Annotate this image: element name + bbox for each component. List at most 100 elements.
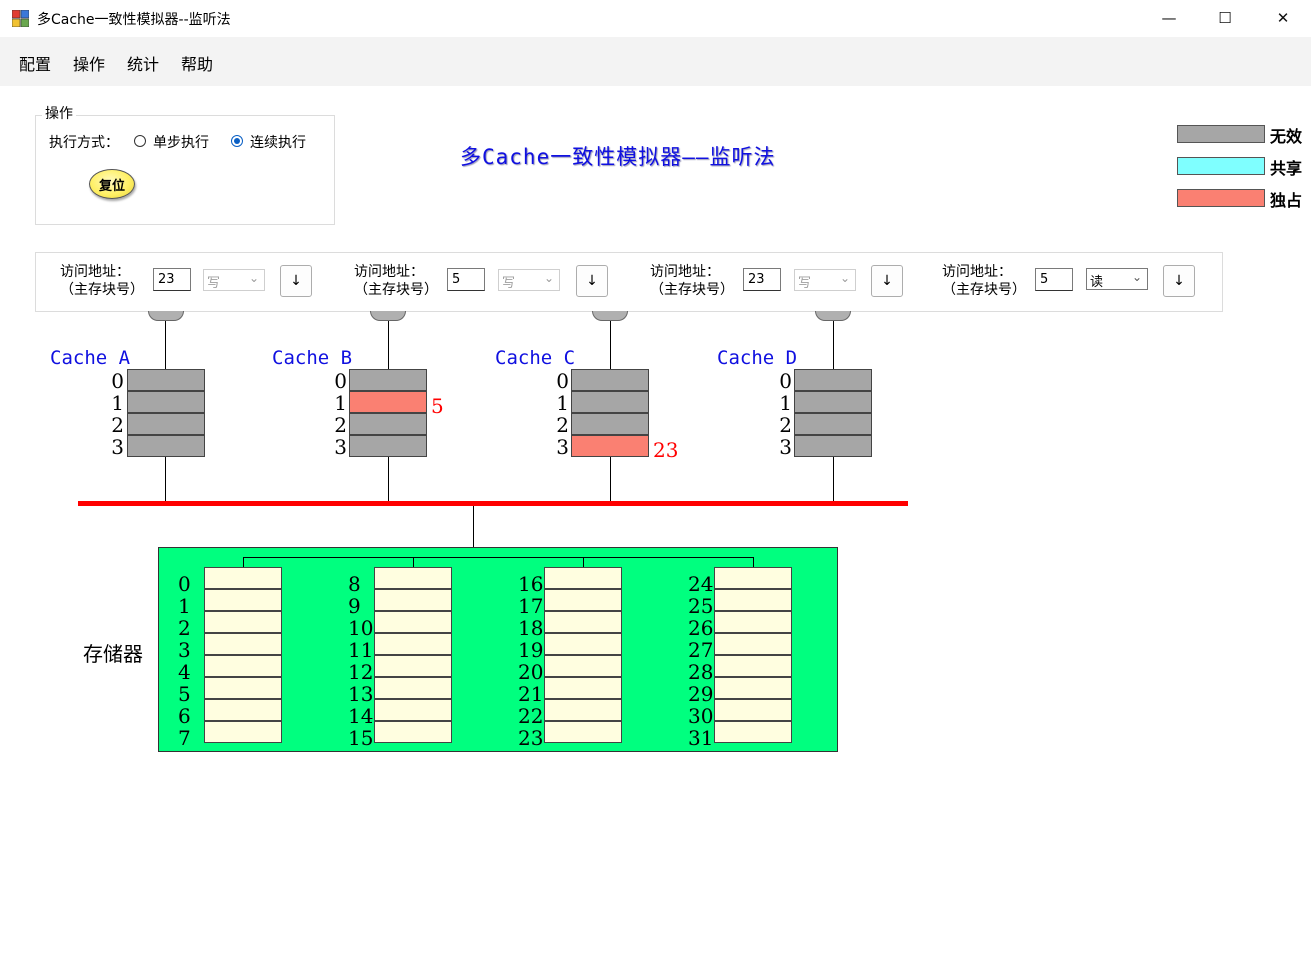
step-button-a[interactable]: ↓ [280,265,312,297]
menu-statistics[interactable]: 统计 [127,51,159,75]
memory-block [544,721,622,743]
memory-block [714,699,792,721]
memory-block [204,567,282,589]
cache-d-title: Cache D [717,347,798,369]
address-input-a[interactable]: 23 [153,268,191,291]
cache-c-bus-link [610,457,611,502]
maximize-icon: ☐ [1218,9,1232,27]
memory-block [374,567,452,589]
processor-c-connector [592,311,628,321]
memory-block [544,567,622,589]
cache-line [349,435,427,457]
continuous-mode-radio[interactable] [231,135,243,147]
memory-block-number: 6 [178,704,191,728]
memory-block [544,633,622,655]
access-address-label-c: 访问地址： （主存块号） [650,263,734,299]
cache-line-index: 2 [111,413,124,437]
step-button-c[interactable]: ↓ [871,265,903,297]
access-address-line1: 访问地址： [60,264,130,280]
memory-block-number: 20 [518,660,544,684]
step-mode-radio[interactable] [134,135,146,147]
close-button[interactable]: ✕ [1260,0,1306,36]
address-input-c[interactable]: 23 [743,268,781,291]
access-address-line2: （主存块号） [650,282,734,298]
operation-select-b[interactable]: 写 ⌄ [498,269,560,291]
memory-block-number: 7 [178,726,191,750]
execution-mode-label: 执行方式： [49,135,119,151]
memory-block [204,721,282,743]
memory-block-number: 2 [178,616,191,640]
memory-label: 存储器 [83,642,143,666]
memory-block-number: 1 [178,594,191,618]
cache-b-title: Cache B [272,347,353,369]
processor-b-connector [370,311,406,321]
cache-line-index: 0 [111,369,124,393]
address-input-b[interactable]: 5 [447,268,485,291]
cache-a-bus-link [165,457,166,502]
memory-block-number: 12 [348,660,374,684]
chevron-down-icon: ⌄ [839,271,850,285]
cache-line [794,391,872,413]
access-address-label-b: 访问地址： （主存块号） [354,263,438,299]
chevron-down-icon: ⌄ [543,271,554,285]
legend-invalid-swatch [1177,125,1265,143]
memory-block [544,655,622,677]
access-address-label-a: 访问地址： （主存块号） [60,263,144,299]
cache-line [127,413,205,435]
memory-block-number: 27 [688,638,714,662]
operation-select-c[interactable]: 写 ⌄ [794,269,856,291]
processor-b-link [388,321,389,369]
memory-block-number: 11 [348,638,374,662]
operation-select-d[interactable]: 读 ⌄ [1086,268,1148,290]
memory-block [544,699,622,721]
chevron-down-icon: ⌄ [1131,270,1142,284]
memory-block-number: 28 [688,660,714,684]
maximize-button[interactable]: ☐ [1202,0,1248,36]
menu-help[interactable]: 帮助 [181,51,213,75]
cache-line-index: 2 [334,413,347,437]
access-address-line2: （主存块号） [60,282,144,298]
minimize-button[interactable]: — [1146,0,1192,36]
memory-block [374,677,452,699]
step-mode-label[interactable]: 单步执行 [153,132,209,152]
memory-block [374,721,452,743]
arrow-down-icon: ↓ [1173,273,1185,289]
menu-config[interactable]: 配置 [19,51,51,75]
cache-line-index: 3 [779,435,792,459]
access-address-line2: （主存块号） [354,282,438,298]
memory-block-number: 26 [688,616,714,640]
legend-invalid-label: 无效 [1270,127,1303,146]
memory-block-number: 31 [688,726,714,750]
memory-block-number: 14 [348,704,374,728]
memory-block [714,567,792,589]
step-button-d[interactable]: ↓ [1163,265,1195,297]
access-address-line1: 访问地址： [650,264,720,280]
memory-block-number: 15 [348,726,374,750]
memory-block [374,611,452,633]
access-address-line1: 访问地址： [942,264,1012,280]
cache-line-index: 0 [556,369,569,393]
cache-line-index: 0 [779,369,792,393]
step-button-b[interactable]: ↓ [576,265,608,297]
operation-select-b-value: 写 [502,276,516,291]
cache-a-title: Cache A [50,347,131,369]
cache-b-bus-link [388,457,389,502]
memory-block [374,633,452,655]
cache-line [794,369,872,391]
address-input-d[interactable]: 5 [1035,268,1073,291]
memory-block-number: 0 [178,572,191,596]
cache-line-index: 3 [556,435,569,459]
access-address-line1: 访问地址： [354,264,424,280]
menu-operation[interactable]: 操作 [73,51,105,75]
memory-block [204,611,282,633]
cache-line [571,391,649,413]
operation-select-a[interactable]: 写 ⌄ [203,269,265,291]
legend-exclusive-label: 独占 [1270,191,1303,210]
reset-button[interactable]: 复位 [89,169,135,199]
minimize-icon: — [1161,9,1177,27]
continuous-mode-label[interactable]: 连续执行 [250,132,306,152]
memory-block-number: 16 [518,572,544,596]
page-title: 多Cache一致性模拟器——监听法 [460,145,776,169]
chevron-down-icon: ⌄ [248,271,259,285]
memory-block [204,633,282,655]
